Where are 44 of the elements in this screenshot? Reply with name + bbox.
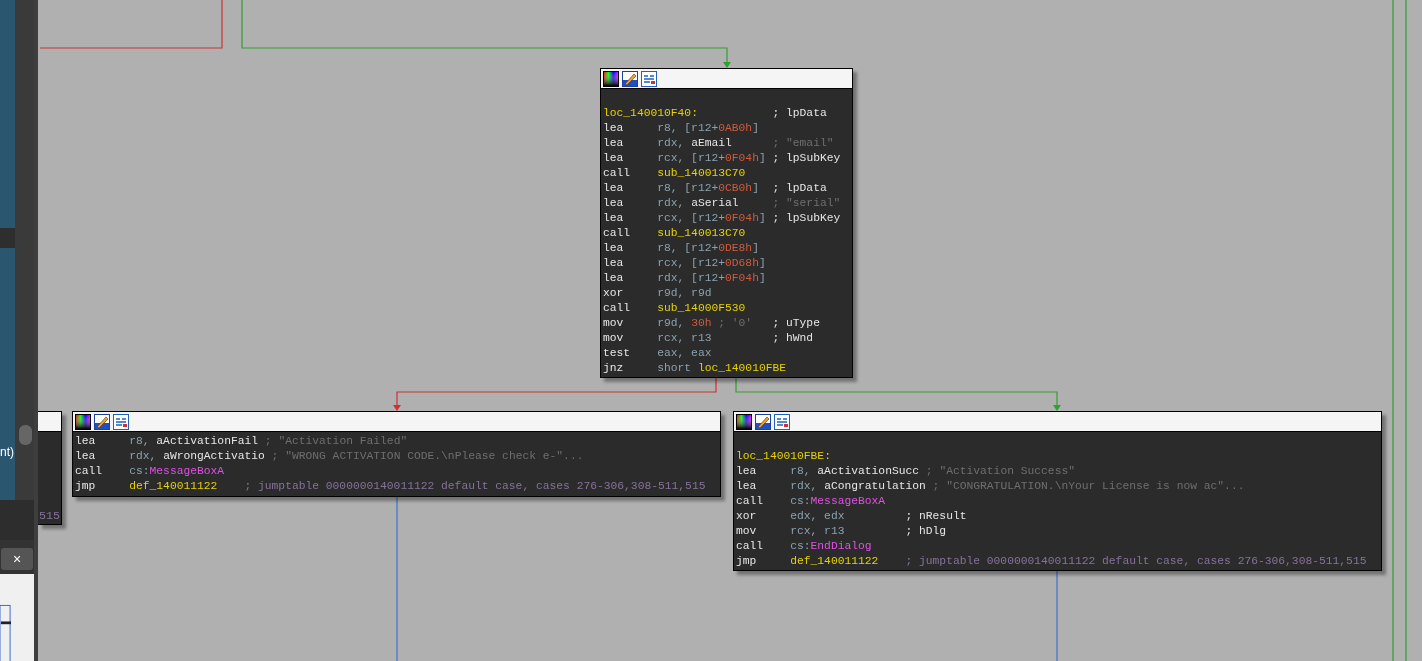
code-line: lea rdx, aSerial ; "serial"	[603, 196, 842, 211]
code-line: jnz short loc_140010FBE	[603, 361, 788, 376]
code-line: lea rcx, [r12+0F04h] ; lpSubKey	[603, 151, 842, 166]
code-line: jmp def_140011122 ; jumptable 0000000140011122 default case, cases 276-306,308-511,515	[736, 554, 1368, 569]
code-line: call sub_140013C70	[603, 166, 747, 181]
code-line: loc_140010FBE:	[736, 449, 832, 464]
code-line: mov r9d, 30h ; '0' ; uType	[603, 316, 821, 331]
code-line: lea r8, aActivationFail ; "Activation Failed"	[75, 434, 409, 449]
code-line: xor edx, edx ; nResult	[736, 509, 968, 524]
code-line: lea rcx, [r12+0F04h] ; lpSubKey	[603, 211, 842, 226]
pencil-icon[interactable]	[94, 413, 110, 430]
code-line: jmp def_140011122 ; jumptable 0000000140011122 default case, cases 276-306,308-511,515	[75, 479, 707, 494]
graph-icon[interactable]	[113, 413, 129, 430]
overview-drawing	[0, 602, 11, 661]
graph-icon[interactable]	[641, 70, 657, 87]
code-line: call sub_14000F530	[603, 301, 747, 316]
palette-icon[interactable]	[75, 413, 91, 430]
code-line: lea rcx, [r12+0D68h]	[603, 256, 767, 271]
code-line: call sub_140013C70	[603, 226, 747, 241]
code-line: test eax, eax	[603, 346, 713, 361]
list-item-text[interactable]: nt)	[0, 443, 14, 461]
code-line: xor r9d, r9d	[603, 286, 713, 301]
code-line: call cs:MessageBoxA	[736, 494, 887, 509]
graph-icon[interactable]	[774, 413, 790, 430]
code-line: lea r8, aActivationSucc ; "Activation Success"	[736, 464, 1076, 479]
code-line: lea rdx, [r12+0F04h]	[603, 271, 767, 286]
code-line: lea r8, [r12+0AB0h]	[603, 121, 760, 136]
code-line: lea r8, [r12+0CB0h] ; lpData	[603, 181, 828, 196]
palette-icon[interactable]	[736, 413, 752, 430]
pencil-icon[interactable]	[755, 413, 771, 430]
code-line: call cs:MessageBoxA	[75, 464, 226, 479]
code-line: mov rcx, r13 ; hDlg	[736, 524, 948, 539]
code-line: 515	[39, 508, 60, 525]
code-line: lea rdx, aWrongActivatio ; "WRONG ACTIVATION CODE.\nPlease check e-"...	[75, 449, 585, 464]
code-line: lea rdx, aCongratulation ; "CONGRATULATION.\nYour License is now ac"...	[736, 479, 1246, 494]
code-line: lea r8, [r12+0DE8h]	[603, 241, 760, 256]
palette-icon[interactable]	[603, 70, 619, 87]
close-button[interactable]: ×	[1, 548, 33, 570]
code-line: loc_140010F40: ; lpData	[603, 106, 828, 121]
code-line: mov rcx, r13 ; hWnd	[603, 331, 815, 346]
scrollbar[interactable]	[15, 0, 34, 500]
code-line: call cs:EndDialog	[736, 539, 873, 554]
pencil-icon[interactable]	[622, 70, 638, 87]
code-line: lea rdx, aEmail ; "email"	[603, 136, 835, 151]
